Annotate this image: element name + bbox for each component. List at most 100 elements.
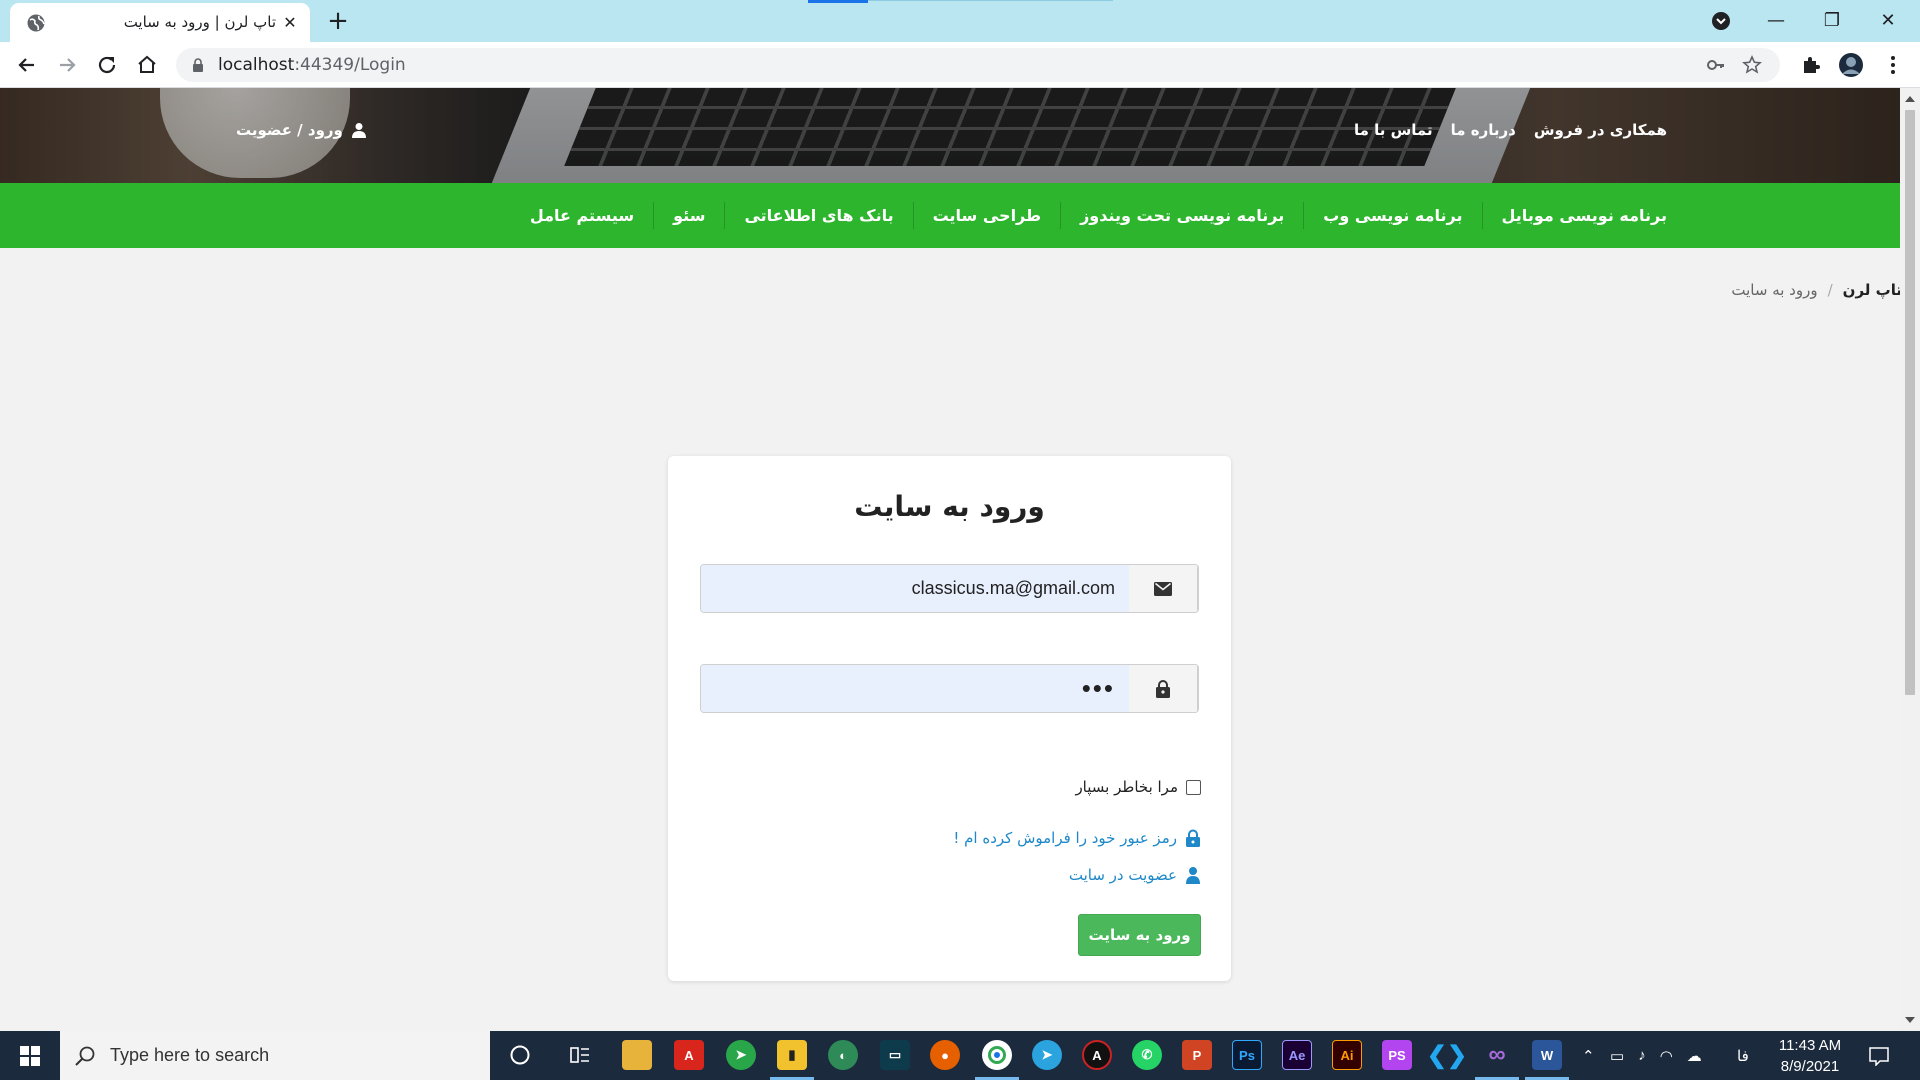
start-button[interactable] (0, 1031, 60, 1080)
illustrator-icon[interactable]: Ai (1332, 1040, 1362, 1070)
globe-icon (27, 14, 45, 32)
page-scrollbar[interactable] (1900, 88, 1920, 1031)
taskbar-clock[interactable]: 11:43 AM 8/9/2021 (1760, 1035, 1860, 1077)
top-link-affiliate[interactable]: همکاری در فروش (1534, 121, 1667, 139)
vscode-icon[interactable]: ❮❯ (1427, 1040, 1467, 1070)
url-text[interactable]: localhost:44349/Login (218, 55, 406, 75)
search-placeholder: Type here to search (110, 1045, 270, 1065)
volume-icon[interactable]: ♪ (1638, 1047, 1646, 1064)
search-icon (75, 1046, 95, 1066)
nav-item-seo[interactable]: سئو (653, 202, 724, 229)
breadcrumb-separator: / (1827, 281, 1833, 299)
breadcrumb: تاپ لرن / ورود به سایت (1731, 281, 1900, 299)
telegram-icon[interactable]: ➤ (1032, 1040, 1062, 1070)
chrome-icon[interactable] (982, 1040, 1012, 1070)
remember-checkbox[interactable] (1186, 779, 1201, 795)
visual-studio-icon[interactable]: ∞ (1482, 1040, 1512, 1070)
password-input[interactable] (701, 665, 1129, 712)
lock-icon (1186, 829, 1200, 847)
nav-item-web-design[interactable]: طراحی سایت (912, 202, 1060, 229)
battery-icon[interactable]: ▭ (1610, 1047, 1624, 1065)
nav-item-databases[interactable]: بانک های اطلاعاتی (724, 202, 912, 229)
app-a-icon[interactable]: A (1082, 1040, 1112, 1070)
lock-icon[interactable] (192, 58, 204, 72)
nav-item-web[interactable]: برنامه نویسی وب (1303, 202, 1481, 229)
home-icon[interactable] (134, 52, 160, 78)
email-input[interactable] (701, 565, 1129, 612)
remember-label[interactable]: مرا بخاطر بسپار (1075, 778, 1178, 796)
onedrive-icon[interactable]: ☁ (1687, 1047, 1702, 1065)
close-window-button[interactable]: ✕ (1866, 6, 1910, 36)
scrollbar-thumb[interactable] (1905, 110, 1915, 695)
tab-title: تاپ لرن | ورود به سایت (123, 13, 276, 31)
forgot-password-link[interactable]: رمز عبور خود را فراموش کرده ام ! (953, 829, 1201, 847)
extensions-icon[interactable] (1798, 52, 1824, 78)
key-icon[interactable] (1706, 55, 1726, 75)
telegram-desktop-icon[interactable]: ➤ (726, 1040, 756, 1070)
tab-close-icon[interactable]: ✕ (280, 13, 300, 33)
power-bi-icon[interactable]: ▮ (777, 1040, 807, 1070)
browser-toolbar: localhost:44349/Login (0, 42, 1920, 88)
forgot-password-label: رمز عبور خود را فراموش کرده ام ! (953, 829, 1177, 847)
nav-item-os[interactable]: سیستم عامل (511, 202, 653, 229)
restore-button[interactable]: ❐ (1810, 6, 1854, 36)
back-arrow-icon[interactable] (14, 52, 40, 78)
tab-search-icon[interactable] (1710, 10, 1732, 32)
register-label: عضویت در سایت (1068, 866, 1177, 884)
user-icon (351, 123, 366, 138)
main-navigation: برنامه نویسی موبایل برنامه نویسی وب برنا… (0, 183, 1900, 248)
breadcrumb-current: ورود به سایت (1731, 281, 1818, 299)
login-card: ورود به سایت مرا بخاطر بسپ (668, 456, 1231, 981)
header-banner: همکاری در فروش درباره ما تماس با ما ورود… (0, 88, 1900, 183)
breadcrumb-home[interactable]: تاپ لرن (1843, 281, 1900, 299)
whatsapp-icon[interactable]: ✆ (1132, 1040, 1162, 1070)
file-explorer-icon[interactable] (622, 1040, 652, 1070)
firefox-icon[interactable]: ● (930, 1040, 960, 1070)
address-bar[interactable]: localhost:44349/Login (176, 48, 1780, 82)
top-link-about[interactable]: درباره ما (1451, 121, 1516, 139)
windows-logo-icon (20, 1045, 40, 1066)
bookmark-star-icon[interactable] (1742, 55, 1762, 75)
scroll-up-arrow-icon[interactable] (1905, 96, 1915, 102)
notifications-icon[interactable] (1868, 1031, 1890, 1080)
minimize-button[interactable]: — (1754, 6, 1798, 36)
windows-taskbar: Type here to search A ➤ ▮ ◐ ▭ ● ➤ A ✆ P … (0, 1031, 1920, 1080)
phpstorm-icon[interactable]: PS (1382, 1040, 1412, 1070)
email-addon (1129, 565, 1198, 612)
loading-indicator (808, 0, 868, 3)
photoshop-icon[interactable]: Ps (1232, 1040, 1262, 1070)
scroll-down-arrow-icon[interactable] (1905, 1017, 1915, 1023)
tray-overflow-icon[interactable]: ⌃ (1582, 1031, 1595, 1080)
cortana-icon[interactable] (505, 1040, 535, 1070)
wifi-icon[interactable]: ◠ (1660, 1047, 1673, 1065)
powerpoint-icon[interactable]: P (1182, 1040, 1212, 1070)
new-tab-button[interactable]: + (324, 8, 352, 36)
top-links: همکاری در فروش درباره ما تماس با ما (1354, 121, 1667, 139)
remember-me-row: مرا بخاطر بسپار (1075, 778, 1201, 796)
clock-date: 8/9/2021 (1780, 1058, 1840, 1075)
browser-menu-icon[interactable] (1880, 52, 1906, 78)
input-language[interactable]: فا (1737, 1031, 1749, 1080)
media-app-icon[interactable]: ▭ (880, 1040, 910, 1070)
word-icon[interactable]: W (1532, 1040, 1562, 1070)
reload-icon[interactable] (94, 52, 120, 78)
password-field-group (700, 664, 1199, 713)
login-register-link[interactable]: ورود / عضویت (236, 121, 367, 139)
profile-avatar[interactable] (1838, 52, 1864, 78)
after-effects-icon[interactable]: Ae (1282, 1040, 1312, 1070)
browser-tab-strip: تاپ لرن | ورود به سایت ✕ + — ❐ ✕ (0, 0, 1920, 42)
lock-icon (1156, 679, 1170, 698)
nav-item-windows[interactable]: برنامه نویسی تحت ویندوز (1060, 202, 1303, 229)
system-tray: ▭ ♪ ◠ ☁ (1610, 1031, 1702, 1080)
web-page: همکاری در فروش درباره ما تماس با ما ورود… (0, 88, 1900, 1031)
task-view-icon[interactable] (565, 1040, 595, 1070)
nav-item-mobile[interactable]: برنامه نویسی موبایل (1481, 202, 1667, 229)
register-link[interactable]: عضویت در سایت (1069, 866, 1201, 884)
globe-app-icon[interactable]: ◐ (828, 1040, 858, 1070)
login-submit-button[interactable]: ورود به سایت (1078, 914, 1201, 956)
forward-arrow-icon[interactable] (54, 52, 80, 78)
acrobat-icon[interactable]: A (674, 1040, 704, 1070)
taskbar-search-box[interactable]: Type here to search (60, 1031, 490, 1080)
browser-tab-active[interactable]: تاپ لرن | ورود به سایت ✕ (10, 3, 310, 42)
top-link-contact[interactable]: تماس با ما (1354, 121, 1433, 139)
